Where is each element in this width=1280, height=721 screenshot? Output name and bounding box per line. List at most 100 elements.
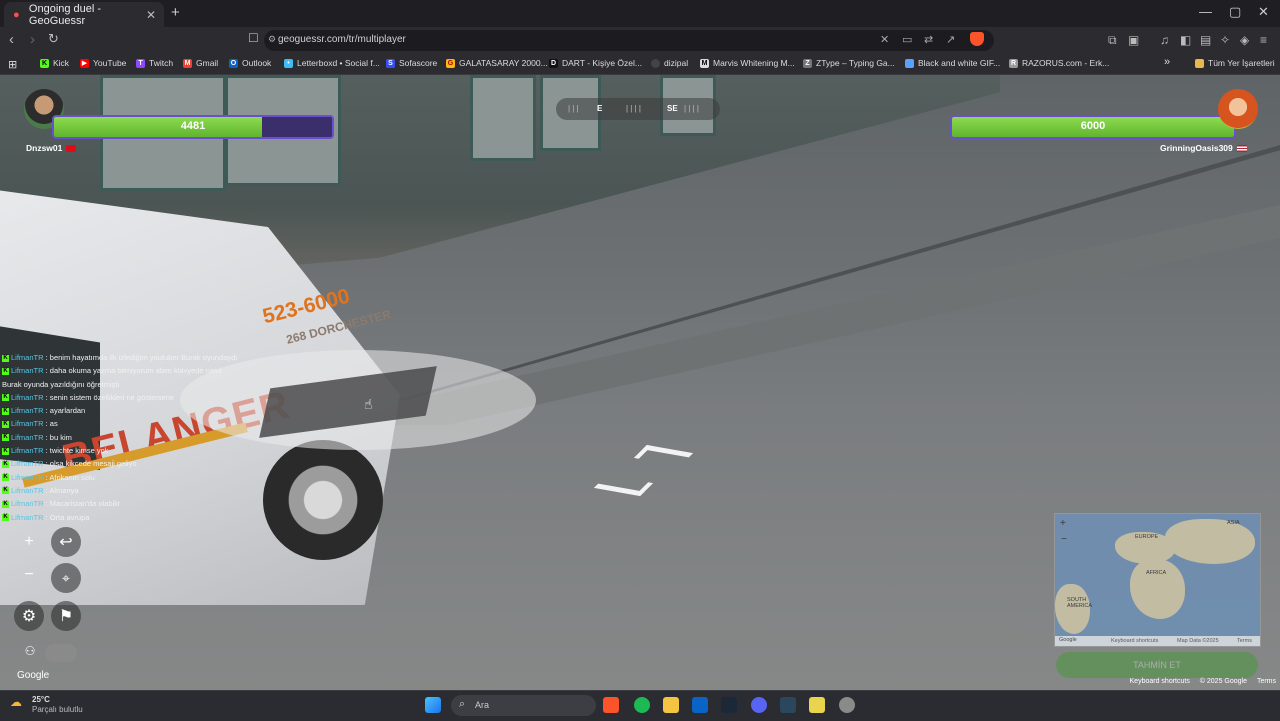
- bookmark-letterboxd[interactable]: • Letterboxd • Social f...: [284, 58, 380, 68]
- map-landmass: [1130, 559, 1185, 619]
- sidebar-icon[interactable]: ◧: [1180, 33, 1191, 47]
- tab-geoguessr[interactable]: ● Ongoing duel - GeoGuessr ✕: [4, 2, 164, 27]
- minimize-button[interactable]: —: [1199, 4, 1212, 19]
- bookmark-marvis[interactable]: M Marvis Whitening M...: [700, 58, 795, 68]
- site-info-icon[interactable]: ⚙: [268, 34, 276, 45]
- compass-southeast: SE: [667, 104, 678, 113]
- razorus-icon: R: [1009, 58, 1018, 68]
- app-icon[interactable]: [809, 697, 825, 713]
- map-zoom-in[interactable]: +: [1060, 518, 1066, 529]
- guess-minimap[interactable]: EUROPE ASIA AFRICA SOUTH AMERICA + − Goo…: [1054, 513, 1261, 647]
- bookmark-dart[interactable]: D DART - Kişiye Özel...: [549, 58, 642, 68]
- share-icon[interactable]: ↗: [946, 33, 955, 46]
- kick-badge-icon: K: [2, 514, 9, 522]
- search-icon: ⌕: [459, 698, 466, 710]
- weather-widget[interactable]: ☁ 25°C Parçalı bulutlu: [10, 695, 83, 715]
- undo-move-button[interactable]: ↩: [51, 527, 81, 557]
- compass: | | | E | | | | SE | | | |: [556, 98, 720, 120]
- reload-icon[interactable]: ↻: [48, 31, 59, 47]
- back-icon[interactable]: ‹: [9, 31, 14, 48]
- bookmark-dizipal[interactable]: dizipal: [651, 58, 688, 68]
- spotify-icon[interactable]: [634, 697, 650, 713]
- tab-search-icon[interactable]: ▣: [1128, 33, 1139, 47]
- bookmark-twitch[interactable]: T Twitch: [136, 58, 173, 68]
- windows-start-icon[interactable]: [425, 697, 441, 713]
- folder-icon[interactable]: [663, 697, 679, 713]
- bookmark-gif[interactable]: Black and white GIF...: [905, 58, 1000, 68]
- bookmark-kick[interactable]: K Kick: [40, 58, 69, 68]
- brave-icon[interactable]: [603, 697, 619, 713]
- marvis-icon: M: [700, 58, 709, 68]
- spectators-avatars[interactable]: [45, 644, 77, 662]
- tab-close-icon[interactable]: ✕: [146, 8, 156, 22]
- flag-button[interactable]: ⚑: [51, 601, 81, 631]
- steam-icon[interactable]: [721, 697, 737, 713]
- sofascore-icon: S: [386, 58, 395, 68]
- wallet-icon[interactable]: ▤: [1200, 33, 1211, 47]
- kick-badge-icon: K: [2, 434, 9, 442]
- guess-button[interactable]: TAHMİN ET: [1056, 652, 1258, 678]
- no-track-icon[interactable]: ✕: [880, 33, 889, 46]
- kick-badge-icon: K: [2, 487, 9, 495]
- bookmark-youtube[interactable]: ▶ YouTube: [80, 58, 126, 68]
- map-zoom-out[interactable]: −: [1061, 534, 1067, 545]
- url-text[interactable]: geoguessr.com/tr/multiplayer: [278, 34, 406, 45]
- translate-icon[interactable]: ⇄: [924, 33, 933, 46]
- folder-icon: [1195, 58, 1204, 68]
- close-window-button[interactable]: ✕: [1258, 4, 1269, 20]
- galatasaray-icon: G: [446, 58, 455, 68]
- kick-badge-icon: K: [2, 447, 9, 455]
- bookmark-icon[interactable]: ☐: [248, 31, 259, 45]
- maximize-button[interactable]: ▢: [1229, 4, 1241, 20]
- bookmarks-more-icon[interactable]: »: [1164, 56, 1170, 68]
- kick-icon: K: [40, 58, 49, 68]
- chat-message: K LifmanTR : Macaristan'da olabilir: [2, 499, 120, 509]
- address-bar[interactable]: ⚙ geoguessr.com/tr/multiplayer ✕ ▭ ⇄ ↗: [264, 30, 994, 51]
- forward-icon[interactable]: ›: [30, 31, 35, 48]
- player2-name: GrinningOasis309: [1160, 143, 1247, 153]
- tab-title: Ongoing duel - GeoGuessr: [28, 2, 102, 27]
- nav-arrow-back[interactable]: [593, 474, 654, 497]
- settings-button[interactable]: ⚙: [14, 601, 44, 631]
- zoom-in-button[interactable]: +: [14, 527, 44, 557]
- browser-toolbar: ‹ › ↻ ☐ ⚙ geoguessr.com/tr/multiplayer ✕…: [0, 27, 1280, 54]
- zoom-out-button[interactable]: −: [14, 560, 44, 590]
- compass-ticks: | | | |: [684, 104, 699, 113]
- outlook-icon[interactable]: [692, 697, 708, 713]
- return-to-start-button[interactable]: ⌖: [51, 563, 81, 593]
- chat-message: K LifmanTR : benim hayatımda ilk izlediği…: [2, 353, 238, 362]
- player1-health-bar: 4481: [52, 115, 334, 139]
- leo-ai-icon[interactable]: ✧: [1220, 33, 1230, 47]
- steam-icon[interactable]: [780, 697, 796, 713]
- tab-bar: ● Ongoing duel - GeoGuessr ✕ + — ▢ ✕: [0, 0, 1280, 27]
- kick-badge-icon: K: [2, 460, 9, 468]
- discord-icon[interactable]: [751, 697, 767, 713]
- kick-badge-icon: K: [2, 394, 9, 402]
- chat-message: K LifmanTR : as: [2, 419, 58, 429]
- bookmark-ztype[interactable]: Z ZType – Typing Ga...: [803, 58, 895, 68]
- bookmark-sofascore[interactable]: S Sofascore: [386, 58, 437, 68]
- kick-badge-icon: K: [2, 354, 9, 362]
- map-landmass: [1055, 584, 1090, 634]
- extensions-icon[interactable]: ⧉: [1108, 33, 1117, 48]
- cast-icon[interactable]: ▭: [902, 33, 912, 46]
- chat-message: K LifmanTR : ayarlardan: [2, 406, 86, 416]
- settings-icon[interactable]: [839, 697, 855, 713]
- menu-icon[interactable]: ≡: [1260, 33, 1267, 47]
- bookmark-galatasaray[interactable]: G GALATASARAY 2000...: [446, 58, 548, 68]
- all-bookmarks-folder[interactable]: Tüm Yer İşaretleri: [1195, 58, 1275, 68]
- taskbar-search[interactable]: ⌕ Ara: [451, 695, 596, 716]
- bookmark-gmail[interactable]: M Gmail: [183, 58, 218, 68]
- players-icon[interactable]: ⚇: [17, 638, 43, 664]
- new-tab-button[interactable]: +: [171, 4, 180, 21]
- bookmark-outlook[interactable]: O Outlook: [229, 58, 271, 68]
- apps-grid-icon[interactable]: ⊞: [8, 58, 17, 71]
- vpn-icon[interactable]: ◈: [1240, 33, 1249, 47]
- brave-shields-icon[interactable]: [970, 32, 984, 46]
- outlook-icon: O: [229, 58, 238, 68]
- chat-message: K LifmanTR : Afrikanın solu: [2, 472, 95, 482]
- media-icon[interactable]: ♫: [1160, 33, 1169, 47]
- street-view-panorama[interactable]: 523-6000 268 DORCHESTER BELANGER ☝ | | |…: [0, 75, 1280, 690]
- nav-arrow-forward[interactable]: [633, 444, 694, 467]
- bookmark-razorus[interactable]: R RAZORUS.com - Erk...: [1009, 58, 1109, 68]
